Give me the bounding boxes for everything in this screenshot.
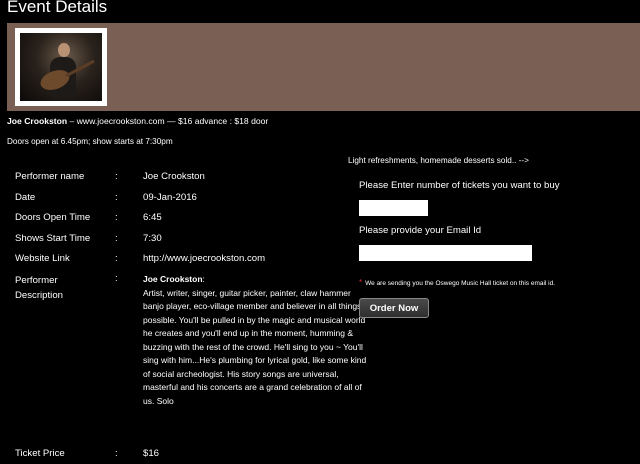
description-heading: Joe Crookston: [143, 274, 203, 284]
ticket-price-value: $16: [143, 448, 160, 459]
performer-name-label: Performer name: [15, 171, 85, 182]
row-separator: :: [115, 253, 118, 264]
order-now-button[interactable]: Order Now: [359, 298, 429, 318]
headline-performer: Joe Crookston: [7, 116, 68, 126]
row-separator: :: [115, 233, 118, 244]
photo-head: [58, 43, 70, 57]
description-label-line1: Performer: [15, 275, 58, 286]
row-separator: :: [115, 192, 118, 203]
date-label: Date: [15, 192, 36, 203]
refreshments-info: Light refreshments, homemade desserts so…: [348, 156, 529, 165]
headline-pricing: – www.joecrookston.com — $16 advance : $…: [67, 116, 269, 126]
performer-name-value: Joe Crookston: [143, 171, 205, 182]
email-notice-text: We are sending you the Oswego Music Hall…: [365, 280, 556, 287]
event-headline: Joe Crookston – www.joecrookston.com — $…: [7, 116, 268, 126]
row-separator: :: [115, 212, 118, 223]
performer-photo-frame: [15, 28, 107, 106]
email-input[interactable]: [359, 245, 532, 261]
show-start-value: 7:30: [143, 233, 162, 244]
row-separator: :: [115, 171, 118, 182]
row-separator: :: [115, 448, 118, 459]
event-banner: [7, 23, 640, 111]
description-label-line2: Description: [15, 290, 63, 301]
performer-description: Joe Crookston: Artist, writer, singer, g…: [143, 273, 369, 408]
tickets-input[interactable]: [359, 200, 428, 216]
description-label: Performer Description: [15, 273, 63, 303]
ticket-price-label: Ticket Price: [15, 448, 65, 459]
required-star: *: [359, 278, 363, 287]
show-start-label: Shows Start Time: [15, 233, 91, 244]
tickets-label: Please Enter number of tickets you want …: [359, 180, 560, 191]
doors-open-value: 6:45: [143, 212, 162, 223]
email-label: Please provide your Email Id: [359, 225, 482, 236]
website-label: Website Link: [15, 253, 70, 264]
date-value: 09-Jan-2016: [143, 192, 197, 203]
doors-info: Doors open at 6.45pm; show starts at 7:3…: [7, 137, 173, 146]
doors-open-label: Doors Open Time: [15, 212, 91, 223]
description-heading-suffix: :: [202, 274, 205, 284]
description-body: Artist, writer, singer, guitar picker, p…: [143, 287, 367, 406]
email-notice: * We are sending you the Oswego Music Hal…: [359, 278, 555, 287]
page-title: Event Details: [7, 0, 108, 16]
website-link[interactable]: http://www.joecrookston.com: [143, 253, 265, 264]
row-separator: :: [115, 273, 118, 284]
performer-photo: [20, 33, 102, 101]
